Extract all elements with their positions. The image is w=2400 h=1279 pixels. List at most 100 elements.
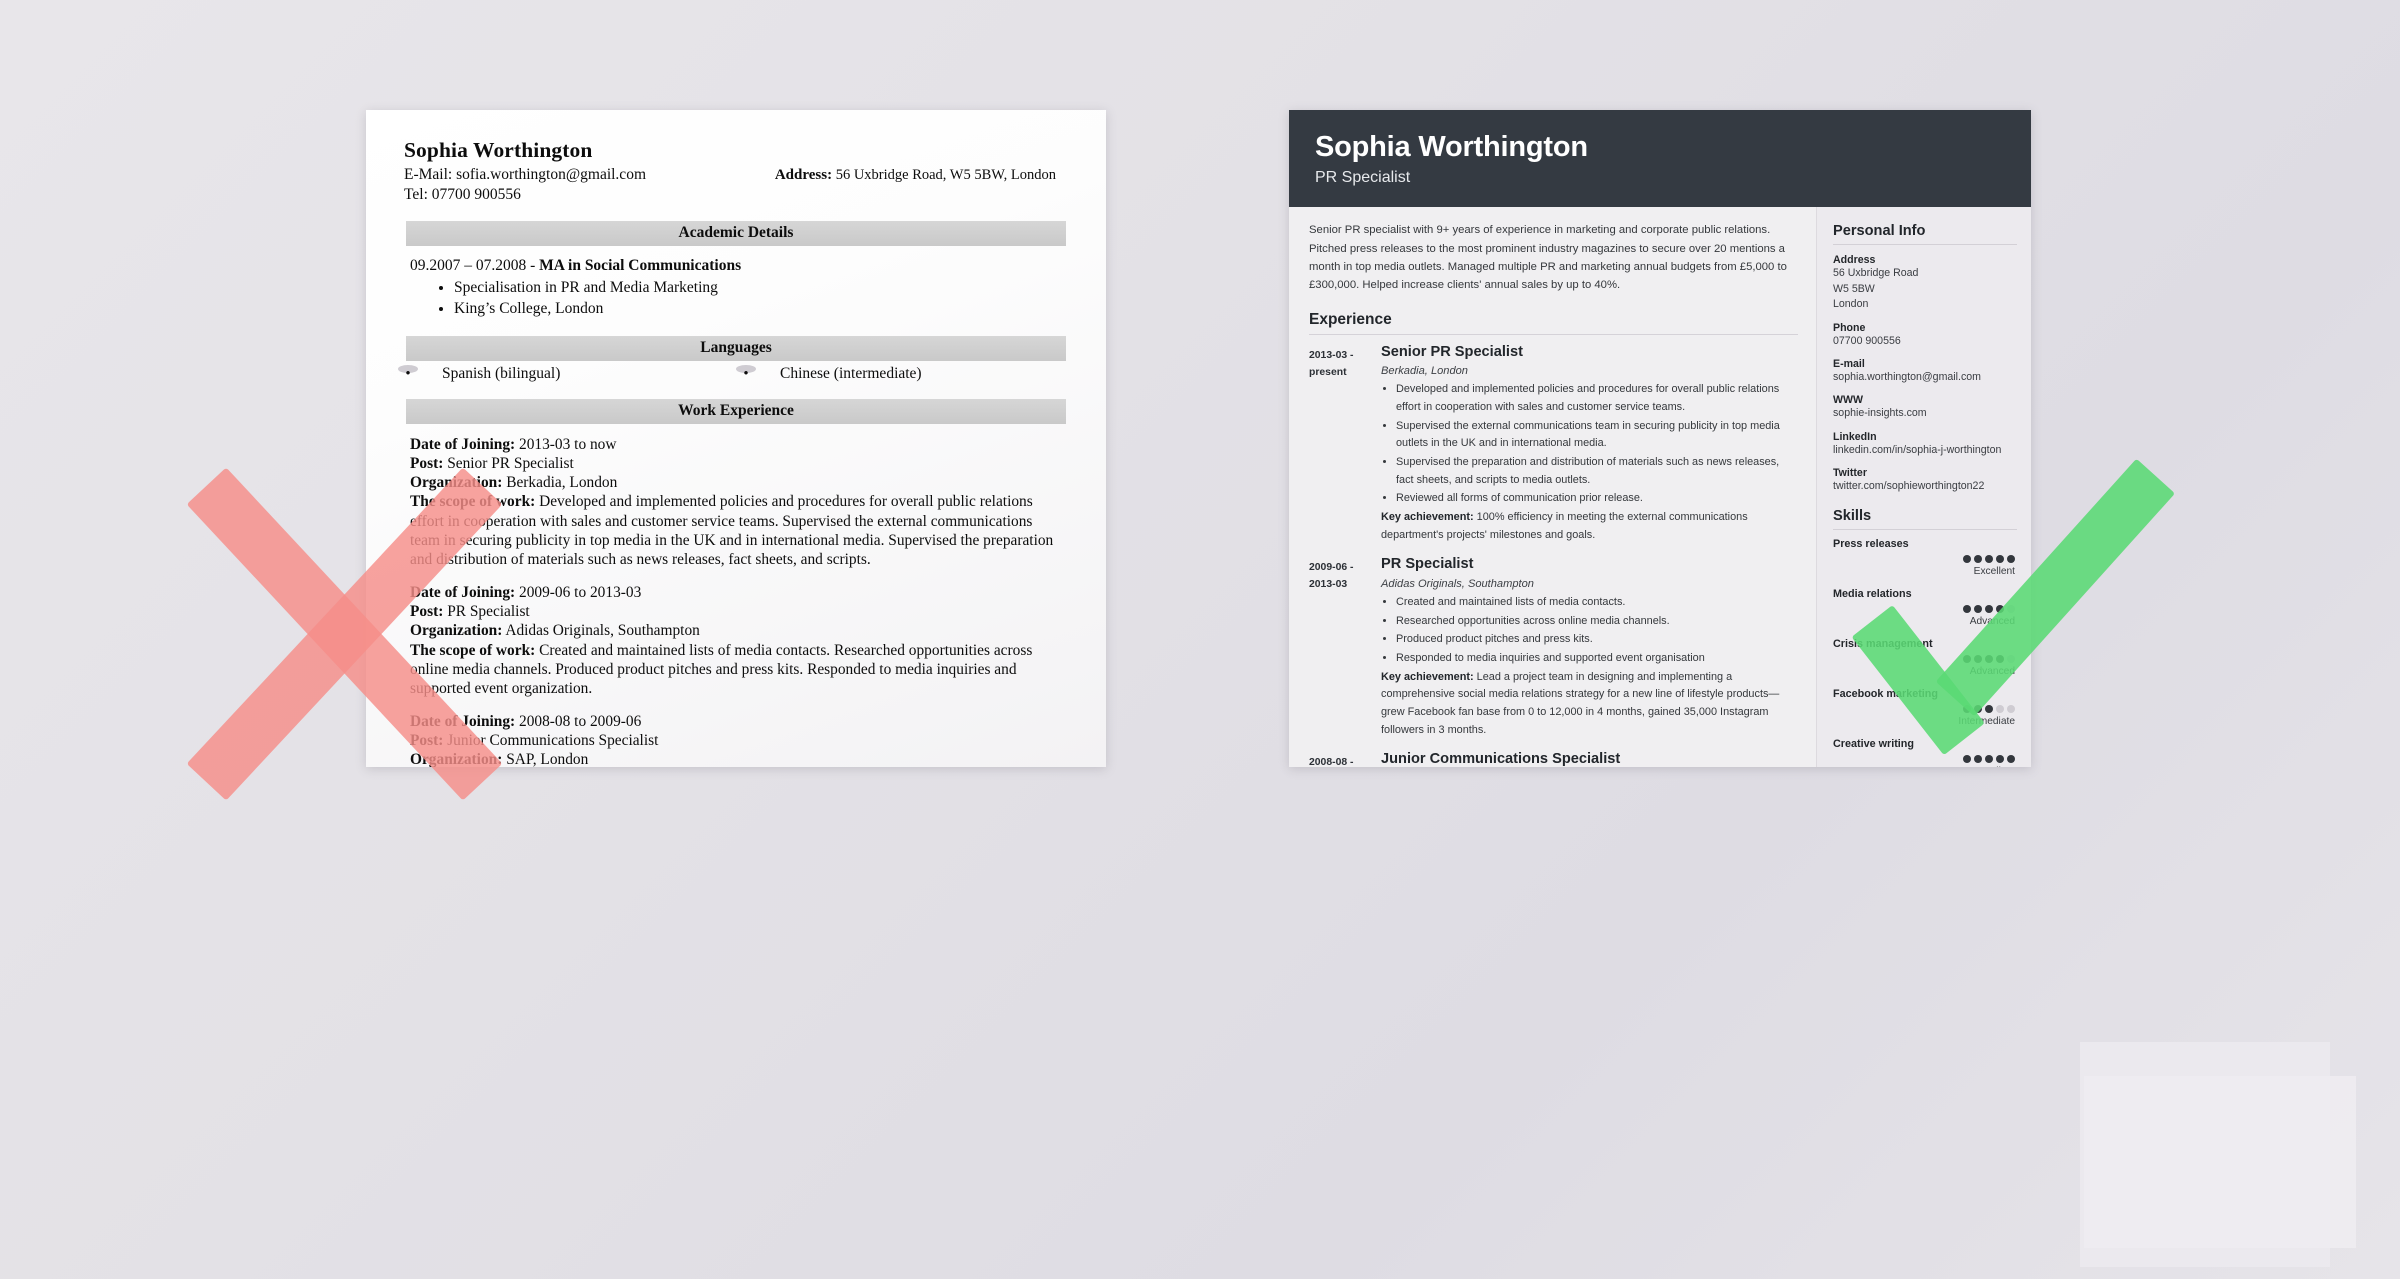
right-resume-document[interactable]: Sophia Worthington PR Specialist Senior … <box>1289 110 2031 767</box>
experience-role: Senior PR Specialist <box>1381 343 1523 360</box>
rating-dot-filled <box>1985 705 1993 714</box>
left-resume-address: Address: 56 Uxbridge Road, W5 5BW, Londo… <box>775 165 1074 205</box>
rating-dot-filled <box>1985 555 1993 564</box>
left-languages-row: • Spanish (bilingual) • Chinese (interme… <box>398 364 1074 383</box>
rating-dot-filled <box>1963 555 1971 564</box>
left-job-org-label: Organization: <box>410 474 503 492</box>
experience-key-achievement: Key achievement: 100% efficiency in meet… <box>1381 509 1798 544</box>
personal-info-label: Twitter <box>1833 466 1867 479</box>
skill-rating-dots <box>1833 555 2017 564</box>
rating-dot-filled <box>1974 555 1982 564</box>
rating-dot-filled <box>1996 605 2004 614</box>
left-job-org-value: Berkadia, London <box>502 474 618 492</box>
experience-date-end: present <box>1309 366 1347 378</box>
left-job-date-label: Date of Joining: <box>410 435 516 453</box>
sidebar-personal-info-heading: Personal Info <box>1833 223 1926 240</box>
sidebar-skill-item: Press releases Excellent <box>1833 538 2017 577</box>
list-item: Developed and implemented policies and p… <box>1396 381 1798 416</box>
right-resume-sidebar: Personal Info Address 56 Uxbridge Road W… <box>1816 207 2031 767</box>
skill-rating-label: Intermediate <box>1958 716 2015 728</box>
personal-info-label: LinkedIn <box>1833 430 1877 443</box>
left-academic-degree: MA in Social Communications <box>539 256 742 274</box>
left-section-languages-heading: Languages <box>406 335 1066 361</box>
right-section-experience-heading: Experience <box>1309 310 1392 328</box>
experience-bullets: Developed and implemented policies and p… <box>1381 381 1798 508</box>
skill-rating-label: Advanced <box>1969 666 2015 678</box>
left-resume-address-label: Address: <box>774 167 833 183</box>
left-job-date-value: 2013-03 to now <box>515 435 617 453</box>
left-academic-degree-line: 09.2007 – 07.2008 - MA in Social Communi… <box>410 257 1064 275</box>
right-resume-main-column: Senior PR specialist with 9+ years of ex… <box>1289 207 1816 767</box>
rating-dot-filled <box>1985 655 1993 664</box>
left-language-item: • Spanish (bilingual) <box>398 364 736 383</box>
left-job-entry: Date of Joining: 2008-08 to 2009-06 Post… <box>410 712 1064 767</box>
left-resume-document[interactable]: Sophia Worthington E-Mail: sofia.worthin… <box>366 110 1106 767</box>
left-job-post-value: PR Specialist <box>443 603 530 621</box>
experience-date: 2013-03 - present <box>1309 344 1381 545</box>
personal-info-value: W5 5BW <box>1833 282 1875 295</box>
list-item: Researched opportunities across online m… <box>1396 613 1798 631</box>
personal-info-value: 07700 900556 <box>1833 334 1901 347</box>
right-resume-name: Sophia Worthington <box>1315 131 1588 163</box>
left-academic-bullets: Specialisation in PR and Media Marketing… <box>410 278 1064 320</box>
rating-dot-filled <box>1974 705 1982 714</box>
key-achievement-label: Key achievement: <box>1381 670 1474 683</box>
sidebar-personal-info-item: LinkedIn linkedin.com/in/sophia-j-worthi… <box>1833 431 2017 458</box>
list-item: Supervised the external communications t… <box>1396 418 1798 453</box>
sidebar-personal-info-item: Twitter twitter.com/sophieworthington22 <box>1833 467 2017 494</box>
personal-info-value[interactable]: linkedin.com/in/sophia-j-worthington <box>1833 443 2017 458</box>
left-resume-tel: Tel: 07700 900556 <box>404 185 521 203</box>
left-job-org-value: Adidas Originals, Southampton <box>502 622 700 640</box>
experience-date-start: 2008-08 - <box>1309 757 1354 767</box>
left-language-item: • Chinese (intermediate) <box>736 364 1074 383</box>
rating-dot-filled <box>1985 755 1993 764</box>
personal-info-label: E-mail <box>1833 357 1865 370</box>
right-resume-summary: Senior PR specialist with 9+ years of ex… <box>1309 224 1787 292</box>
skill-rating-dots <box>1833 705 2017 714</box>
left-job-entry: Date of Joining: 2009-06 to 2013-03 Post… <box>410 583 1064 699</box>
left-job-post-value: Junior Communications Specialist <box>443 732 659 750</box>
left-language-label: Chinese (intermediate) <box>780 364 922 382</box>
skill-name: Media relations <box>1833 588 1912 601</box>
left-section-work-heading: Work Experience <box>406 398 1066 424</box>
personal-info-value[interactable]: twitter.com/sophieworthington22 <box>1833 479 2017 494</box>
list-item: Specialisation in PR and Media Marketing <box>454 278 1064 299</box>
sidebar-skill-item: Facebook marketing Intermediate <box>1833 688 2017 727</box>
skill-name: Crisis management <box>1833 638 1933 651</box>
experience-entry: 2013-03 - present Senior PR Specialist B… <box>1309 344 1798 545</box>
skill-rating-label: Advanced <box>1969 616 2015 628</box>
section-divider <box>1833 244 2017 246</box>
list-item: Responded to media inquiries and support… <box>1396 650 1798 668</box>
skill-rating-label: Excellent <box>1833 766 2017 767</box>
experience-date-start: 2013-03 - <box>1309 349 1354 361</box>
experience-key-achievement: Key achievement: Lead a project team in … <box>1381 669 1798 740</box>
rating-dot-filled <box>2007 755 2015 764</box>
sidebar-skill-item: Media relations Advanced <box>1833 588 2017 627</box>
left-job-date-label: Date of Joining: <box>410 583 516 601</box>
experience-role: PR Specialist <box>1381 556 1474 573</box>
rating-dot-filled <box>1963 605 1971 614</box>
rating-dot-filled <box>2007 555 2015 564</box>
right-resume-header: Sophia Worthington PR Specialist <box>1289 110 2031 208</box>
rating-dot-filled <box>1974 655 1982 664</box>
rating-dot-filled <box>1963 705 1971 714</box>
experience-date-start: 2009-06 - <box>1309 562 1354 574</box>
left-resume-email: E-Mail: sofia.worthington@gmail.com <box>404 166 646 183</box>
section-divider <box>1833 529 2017 531</box>
left-academic-dates: 09.2007 – 07.2008 - <box>410 256 540 274</box>
skill-name: Facebook marketing <box>1833 688 1939 701</box>
sidebar-skill-item: Crisis management Advanced <box>1833 638 2017 677</box>
personal-info-value[interactable]: sophie-insights.com <box>1833 406 2017 421</box>
left-job-org-label: Organization: <box>410 622 503 640</box>
key-achievement-label: Key achievement: <box>1381 511 1474 524</box>
experience-date: 2008-08 - 2009-06 <box>1309 751 1381 767</box>
background-artifact-rect-b <box>2084 1076 2356 1248</box>
rating-dot-filled <box>1996 755 2004 764</box>
experience-role: Junior Communications Specialist <box>1381 751 1621 767</box>
left-job-post-value: Senior PR Specialist <box>443 454 574 472</box>
sidebar-skill-item: Creative writing Excellent <box>1833 738 2017 767</box>
left-academic-block: 09.2007 – 07.2008 - MA in Social Communi… <box>398 246 1074 320</box>
rating-dot-empty <box>1996 705 2004 714</box>
skill-name: Press releases <box>1833 538 1909 551</box>
left-job-scope-label: The scope of work: <box>410 641 536 659</box>
